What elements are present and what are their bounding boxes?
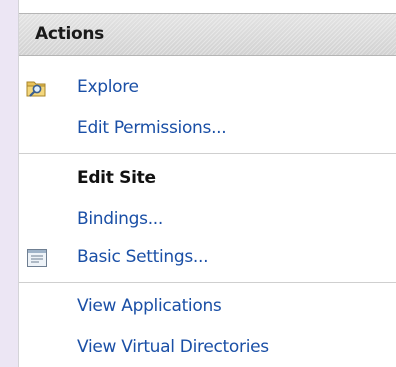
- divider: [19, 282, 396, 283]
- edit-site-heading: Edit Site: [77, 168, 156, 188]
- folder-explore-icon: [25, 76, 49, 100]
- edit-permissions-action[interactable]: Edit Permissions...: [19, 114, 396, 144]
- view-virtual-directories-action[interactable]: View Virtual Directories: [19, 333, 396, 363]
- edit-site-section: Edit Site: [19, 164, 396, 194]
- explore-link[interactable]: Explore: [77, 77, 139, 97]
- bindings-action[interactable]: Bindings...: [19, 205, 396, 235]
- actions-panel: Actions Explore Edit Permissions... Edit…: [18, 0, 396, 367]
- bindings-link[interactable]: Bindings...: [77, 209, 163, 229]
- view-applications-link[interactable]: View Applications: [77, 296, 222, 316]
- edit-permissions-link[interactable]: Edit Permissions...: [77, 118, 227, 138]
- basic-settings-link[interactable]: Basic Settings...: [77, 247, 209, 267]
- actions-title: Actions: [35, 24, 104, 44]
- explore-action[interactable]: Explore: [19, 73, 396, 103]
- actions-header: Actions: [19, 13, 396, 56]
- view-virtual-directories-link[interactable]: View Virtual Directories: [77, 337, 269, 357]
- divider: [19, 153, 396, 154]
- view-applications-action[interactable]: View Applications: [19, 292, 396, 322]
- settings-window-icon: [25, 246, 49, 270]
- basic-settings-action[interactable]: Basic Settings...: [19, 243, 396, 273]
